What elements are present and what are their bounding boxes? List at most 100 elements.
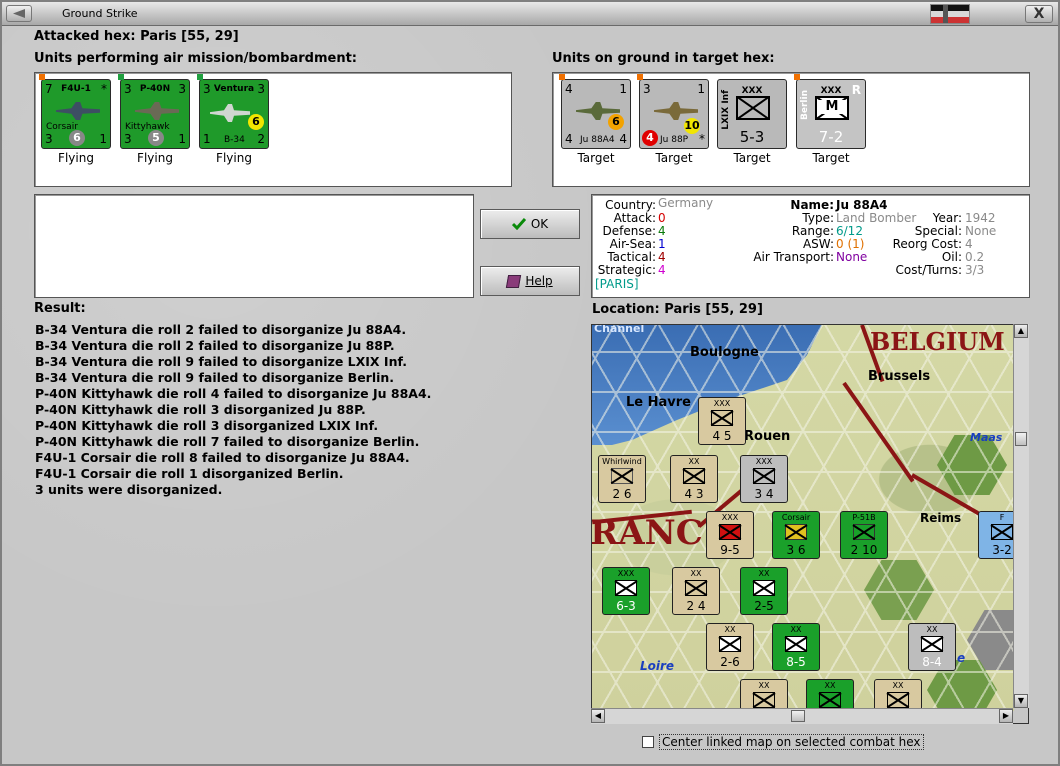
result-line: B-34 Ventura die roll 2 failed to disorg… (35, 322, 407, 337)
scroll-left-icon[interactable]: ◀ (591, 709, 605, 723)
result-line: P-40N Kittyhawk die roll 4 failed to dis… (35, 386, 432, 401)
map-unit-counter[interactable]: P-51B 2 10 (840, 511, 888, 559)
map-unit-counter[interactable]: Whirlwind 2 6 (598, 455, 646, 503)
map-unit-counter[interactable]: XX 8-5 (772, 623, 820, 671)
unit-name-value: Ju 88A4 (836, 198, 888, 212)
unit-info-panel: Country: Germany Attack: 0 Defense: 4 Ai… (591, 194, 1030, 298)
unit-symbol-icon (615, 580, 637, 596)
unit-symbol-icon (753, 580, 775, 596)
map-unit-counter[interactable]: XX 2-6 (706, 623, 754, 671)
unit-counter-kittyhawk[interactable]: 3 P-40N 3 Kittyhawk 3 5 1 (118, 74, 190, 149)
map-unit-counter[interactable]: XXX 9-5 (706, 511, 754, 559)
ground-strike-window: Ground Strike X Attacked hex: Paris [55,… (0, 0, 1060, 766)
map-unit-counter[interactable]: XX 8-4 (908, 623, 956, 671)
scroll-down-icon[interactable]: ▼ (1014, 694, 1028, 708)
result-line: F4U-1 Corsair die roll 8 failed to disor… (35, 450, 410, 465)
map-unit-counter[interactable]: Corsair 3 6 (772, 511, 820, 559)
center-map-checkbox[interactable] (642, 736, 654, 748)
result-line: B-34 Ventura die roll 2 failed to disorg… (35, 338, 395, 353)
horizontal-scroll-thumb[interactable] (791, 710, 805, 722)
unit-symbol-icon (887, 692, 909, 708)
unit-status: Target (577, 151, 615, 165)
aircraft-icon (853, 524, 875, 540)
unit-status: Flying (216, 151, 252, 165)
result-line: B-34 Ventura die roll 9 failed to disorg… (35, 370, 395, 385)
map-vertical-scrollbar[interactable]: ▲ ▼ (1013, 324, 1029, 708)
ground-units-panel: 4 1 6 4 Ju 88A4 4 Target 3 1 10 4 Ju 88P… (552, 72, 1030, 187)
unit-symbol-icon (711, 410, 733, 426)
status-pin-icon (637, 74, 643, 80)
aircraft-icon (611, 468, 633, 484)
unit-status: Target (733, 151, 771, 165)
unit-counter-ju88a4[interactable]: 4 1 6 4 Ju 88A4 4 (559, 74, 631, 149)
map-unit-counter[interactable]: XXX 4 5 (698, 397, 746, 445)
message-panel (34, 194, 474, 298)
air-unit-card[interactable]: 7 F4U-1 * Corsair 3 6 1 Flying (39, 74, 113, 165)
mini-map[interactable]: Channel BELGIUM Boulogne Brussels Le Hav… (591, 324, 1029, 724)
vertical-scroll-thumb[interactable] (1015, 432, 1027, 446)
unit-status: Flying (58, 151, 94, 165)
aircraft-icon (56, 102, 100, 120)
scroll-right-icon[interactable]: ▶ (999, 709, 1013, 723)
aircraft-icon (785, 524, 807, 540)
location-heading: Location: Paris [55, 29] (592, 302, 763, 317)
unit-counter-lxix-inf[interactable]: XXX LXIX Inf 5-3 (717, 79, 787, 149)
ground-unit-card[interactable]: 3 1 10 4 Ju 88P * Target (637, 74, 711, 165)
unit-symbol-icon (719, 524, 741, 540)
air-unit-card[interactable]: 3 Ventura 3 6 B-34 1 2 Flying (197, 74, 271, 165)
status-pin-icon (794, 74, 800, 80)
back-arrow-icon[interactable] (6, 5, 32, 22)
result-line: B-34 Ventura die roll 9 failed to disorg… (35, 354, 407, 369)
unit-symbol-icon (819, 692, 841, 708)
unit-symbol-icon (753, 468, 775, 484)
status-pin-icon (118, 74, 124, 80)
unit-symbol-icon (785, 636, 807, 652)
unit-counter-corsair[interactable]: 7 F4U-1 * Corsair 3 6 1 (39, 74, 111, 149)
unit-status: Target (812, 151, 850, 165)
result-line: P-40N Kittyhawk die roll 3 disorganized … (35, 402, 366, 417)
unit-status: Target (655, 151, 693, 165)
unit-symbol-icon (719, 636, 741, 652)
air-unit-card[interactable]: 3 P-40N 3 Kittyhawk 3 5 1 Flying (118, 74, 192, 165)
unit-symbol-icon (921, 636, 943, 652)
check-icon (511, 218, 526, 230)
map-horizontal-scrollbar[interactable]: ◀ ▶ (591, 708, 1013, 724)
ground-units-heading: Units on ground in target hex: (552, 51, 775, 66)
ground-unit-card[interactable]: XXX LXIX Inf 5-3 Target (715, 79, 789, 165)
result-heading: Result: (34, 301, 86, 316)
ground-unit-card[interactable]: XXX R Berlin M 7-2 Target (794, 74, 868, 165)
window-title: Ground Strike (62, 7, 138, 20)
map-unit-counter[interactable]: XX 4 3 (670, 455, 718, 503)
unit-status: Flying (137, 151, 173, 165)
ok-button[interactable]: OK (480, 209, 580, 239)
close-button[interactable]: X (1025, 5, 1053, 23)
unit-counter-ventura[interactable]: 3 Ventura 3 6 B-34 1 2 (197, 74, 269, 149)
map-unit-counter[interactable]: XX 2-5 (740, 567, 788, 615)
attacked-hex-label: Attacked hex: Paris [55, 29] (34, 29, 239, 44)
air-units-heading: Units performing air mission/bombardment… (34, 51, 358, 66)
ground-unit-card[interactable]: 4 1 6 4 Ju 88A4 4 Target (559, 74, 633, 165)
result-line: 3 units were disorganized. (35, 482, 223, 497)
map-unit-counter[interactable]: XX 2 4 (672, 567, 720, 615)
unit-symbol-icon (683, 468, 705, 484)
result-line: P-40N Kittyhawk die roll 7 failed to dis… (35, 434, 420, 449)
unit-symbol-icon (991, 524, 1013, 540)
title-bar: Ground Strike X (2, 2, 1058, 26)
result-line: F4U-1 Corsair die roll 1 disorganized Be… (35, 466, 344, 481)
map-unit-counter[interactable]: XXX 6-3 (602, 567, 650, 615)
infantry-symbol-icon (736, 96, 770, 120)
scroll-up-icon[interactable]: ▲ (1014, 324, 1028, 338)
result-line: P-40N Kittyhawk die roll 3 disorganized … (35, 418, 379, 433)
location-tag: [PARIS] (595, 277, 639, 291)
country-value: Germany (658, 196, 714, 210)
german-flag-icon (930, 4, 970, 24)
result-list: B-34 Ventura die roll 2 failed to disorg… (35, 322, 575, 498)
center-map-option[interactable]: Center linked map on selected combat hex (642, 734, 924, 750)
map-unit-counter[interactable]: XXX 3 4 (740, 455, 788, 503)
unit-counter-ju88p[interactable]: 3 1 10 4 Ju 88P * (637, 74, 709, 149)
help-button[interactable]: Help (480, 266, 580, 296)
help-book-icon (506, 274, 522, 288)
unit-symbol-icon (685, 580, 707, 596)
unit-symbol-icon (753, 692, 775, 708)
unit-counter-berlin[interactable]: XXX R Berlin M 7-2 (794, 74, 866, 149)
